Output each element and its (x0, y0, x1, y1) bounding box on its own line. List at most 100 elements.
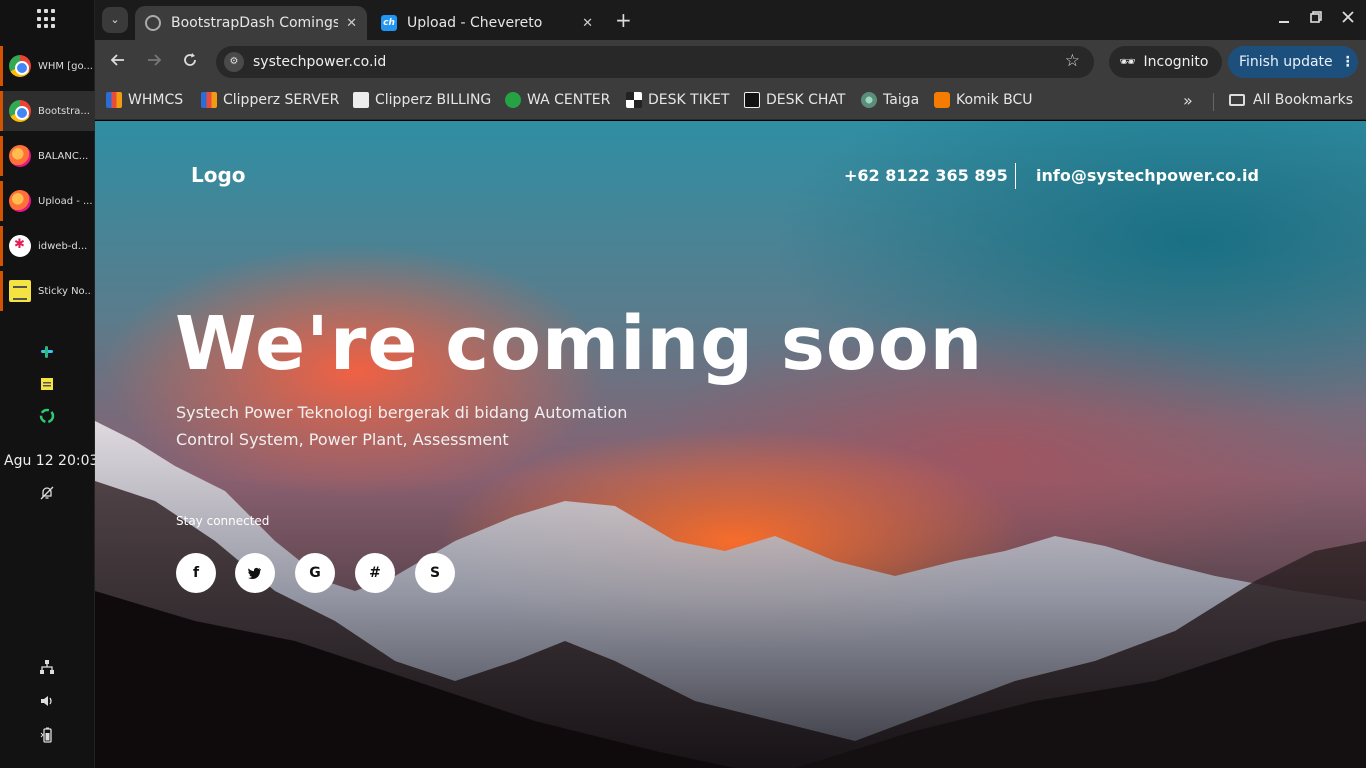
stay-connected-label: Stay connected (176, 514, 270, 528)
dock-item-bootstrapdash[interactable]: Bootstra... (0, 91, 95, 131)
bookmark-label: Taiga (883, 92, 920, 108)
back-icon[interactable] (110, 52, 126, 68)
close-icon[interactable] (1342, 10, 1354, 24)
browser-window: ⌄ BootstrapDash Comingsoon ✕ ch Upload -… (95, 0, 1366, 768)
whatsapp-icon (505, 92, 521, 108)
chrome-icon (9, 55, 31, 77)
dock-item-sticky-notes[interactable]: Sticky No... (0, 271, 95, 311)
more-menu-icon: ⋮ (1340, 54, 1355, 70)
dock-item-label: BALANC... (38, 150, 89, 162)
bookmark-label: DESK TIKET (648, 92, 730, 108)
site-info-icon[interactable]: ⚙ (224, 52, 244, 72)
minimize-icon[interactable] (1278, 10, 1290, 24)
clipperz-icon (201, 92, 217, 108)
dock-item-idweb[interactable]: idweb-d... (0, 226, 95, 266)
chrome-icon (9, 100, 31, 122)
forward-icon[interactable] (146, 52, 162, 68)
clock[interactable]: Agu 12 20:03 (4, 453, 98, 469)
bookmark-label: WHMCS (128, 92, 184, 108)
incognito-button[interactable]: 🕶 Incognito (1109, 46, 1222, 78)
url-text[interactable]: systechpower.co.id (253, 54, 386, 70)
bookmarks-divider (1213, 93, 1214, 111)
whmcs-icon (106, 92, 122, 108)
battery-icon[interactable] (39, 727, 55, 743)
bookmark-wa-center[interactable]: WA CENTER (505, 92, 610, 108)
recycle-icon[interactable] (39, 408, 55, 424)
new-tab-button[interactable]: + (615, 8, 632, 32)
sticky-notes-icon (9, 280, 31, 302)
network-icon[interactable] (39, 659, 55, 675)
dock-item-label: Upload - ... (38, 195, 92, 207)
bookmark-star-icon[interactable]: ☆ (1065, 51, 1080, 71)
site-logo[interactable]: Logo (191, 163, 246, 187)
tab-title: BootstrapDash Comingsoon (171, 15, 339, 31)
incognito-label: Incognito (1143, 54, 1209, 70)
show-apps-icon[interactable] (37, 9, 57, 29)
tab-title: Upload - Chevereto (407, 15, 543, 31)
tab-bootstrapdash[interactable]: BootstrapDash Comingsoon ✕ (135, 6, 367, 40)
bookmark-label: Clipperz BILLING (375, 92, 492, 108)
twitter-button[interactable] (235, 553, 275, 593)
sticky-notes-tray-icon[interactable] (39, 376, 55, 392)
desk-chat-icon (744, 92, 760, 108)
address-bar[interactable]: ⚙ systechpower.co.id ☆ (216, 46, 1094, 78)
dock-item-label: Sticky No... (38, 285, 92, 297)
clipperz-billing-icon (353, 92, 369, 108)
dock-item-whm[interactable]: WHM [go... (0, 46, 95, 86)
bookmark-taiga[interactable]: Taiga (861, 92, 919, 108)
restore-icon[interactable] (1310, 10, 1322, 24)
google-button[interactable]: G (295, 553, 335, 593)
dock-item-upload[interactable]: Upload - ... (0, 181, 95, 221)
google-icon: G (309, 565, 321, 581)
bookmarks-bar: WHMCS Clipperz SERVER Clipperz BILLING W… (95, 84, 1366, 120)
facebook-button[interactable]: f (176, 553, 216, 593)
skype-button[interactable]: S (415, 553, 455, 593)
bookmark-label: DESK CHAT (766, 92, 846, 108)
tab-close-button[interactable]: ✕ (582, 16, 593, 31)
all-bookmarks-button[interactable]: All Bookmarks (1229, 92, 1353, 108)
more-bookmarks-button[interactable]: » (1183, 91, 1193, 110)
firefox-icon (9, 190, 31, 212)
bookmark-label: WA CENTER (527, 92, 611, 108)
bookmark-label: Clipperz SERVER (223, 92, 340, 108)
notifications-off-icon[interactable] (39, 485, 55, 501)
bookmark-desk-chat[interactable]: DESK CHAT (744, 92, 846, 108)
bookmark-label: Komik BCU (956, 92, 1033, 108)
tab-search-button[interactable]: ⌄ (102, 7, 128, 33)
twitter-icon (248, 567, 261, 579)
chevereto-icon: ch (381, 15, 397, 31)
bookmark-komik-bcu[interactable]: Komik BCU (934, 92, 1033, 108)
contact-phone[interactable]: +62 8122 365 895 (844, 166, 1008, 185)
facebook-icon: f (192, 565, 200, 581)
bookmark-clipperz-billing[interactable]: Clipperz BILLING (353, 92, 491, 108)
folder-icon (1229, 94, 1245, 106)
bookmark-desk-tiket[interactable]: DESK TIKET (626, 92, 729, 108)
tab-close-button[interactable]: ✕ (346, 16, 357, 31)
page-content: Logo +62 8122 365 895 info@systechpower.… (95, 121, 1366, 768)
desk-tiket-icon (626, 92, 642, 108)
finish-update-button[interactable]: Finish update ⋮ (1228, 46, 1358, 78)
tab-upload-chevereto[interactable]: ch Upload - Chevereto ✕ (371, 6, 603, 40)
bookmark-clipperz-server[interactable]: Clipperz SERVER (201, 92, 339, 108)
dock-item-balance[interactable]: BALANC... (0, 136, 95, 176)
slack-icon: # (369, 565, 381, 581)
subtitle-line: Systech Power Teknologi bergerak di bida… (176, 403, 628, 422)
dock-item-label: Bootstra... (38, 105, 90, 117)
tab-strip: ⌄ BootstrapDash Comingsoon ✕ ch Upload -… (95, 0, 1366, 40)
dock: WHM [go... Bootstra... BALANC... Upload … (0, 0, 98, 768)
globe-icon (145, 15, 161, 31)
bookmark-whmcs[interactable]: WHMCS (106, 92, 183, 108)
dock-item-label: idweb-d... (38, 240, 88, 252)
subtitle-line: Control System, Power Plant, Assessment (176, 430, 509, 449)
reload-icon[interactable] (182, 52, 198, 68)
header-divider (1015, 163, 1016, 189)
slack-button[interactable]: # (355, 553, 395, 593)
contact-email[interactable]: info@systechpower.co.id (1036, 166, 1259, 185)
firefox-icon (9, 145, 31, 167)
finish-update-label: Finish update (1239, 54, 1333, 70)
incognito-icon: 🕶 (1119, 54, 1136, 70)
skype-icon: S (429, 565, 441, 581)
page-subtitle: Systech Power Teknologi bergerak di bida… (176, 399, 676, 453)
volume-icon[interactable] (39, 693, 55, 709)
slack-tray-icon[interactable] (39, 344, 55, 360)
